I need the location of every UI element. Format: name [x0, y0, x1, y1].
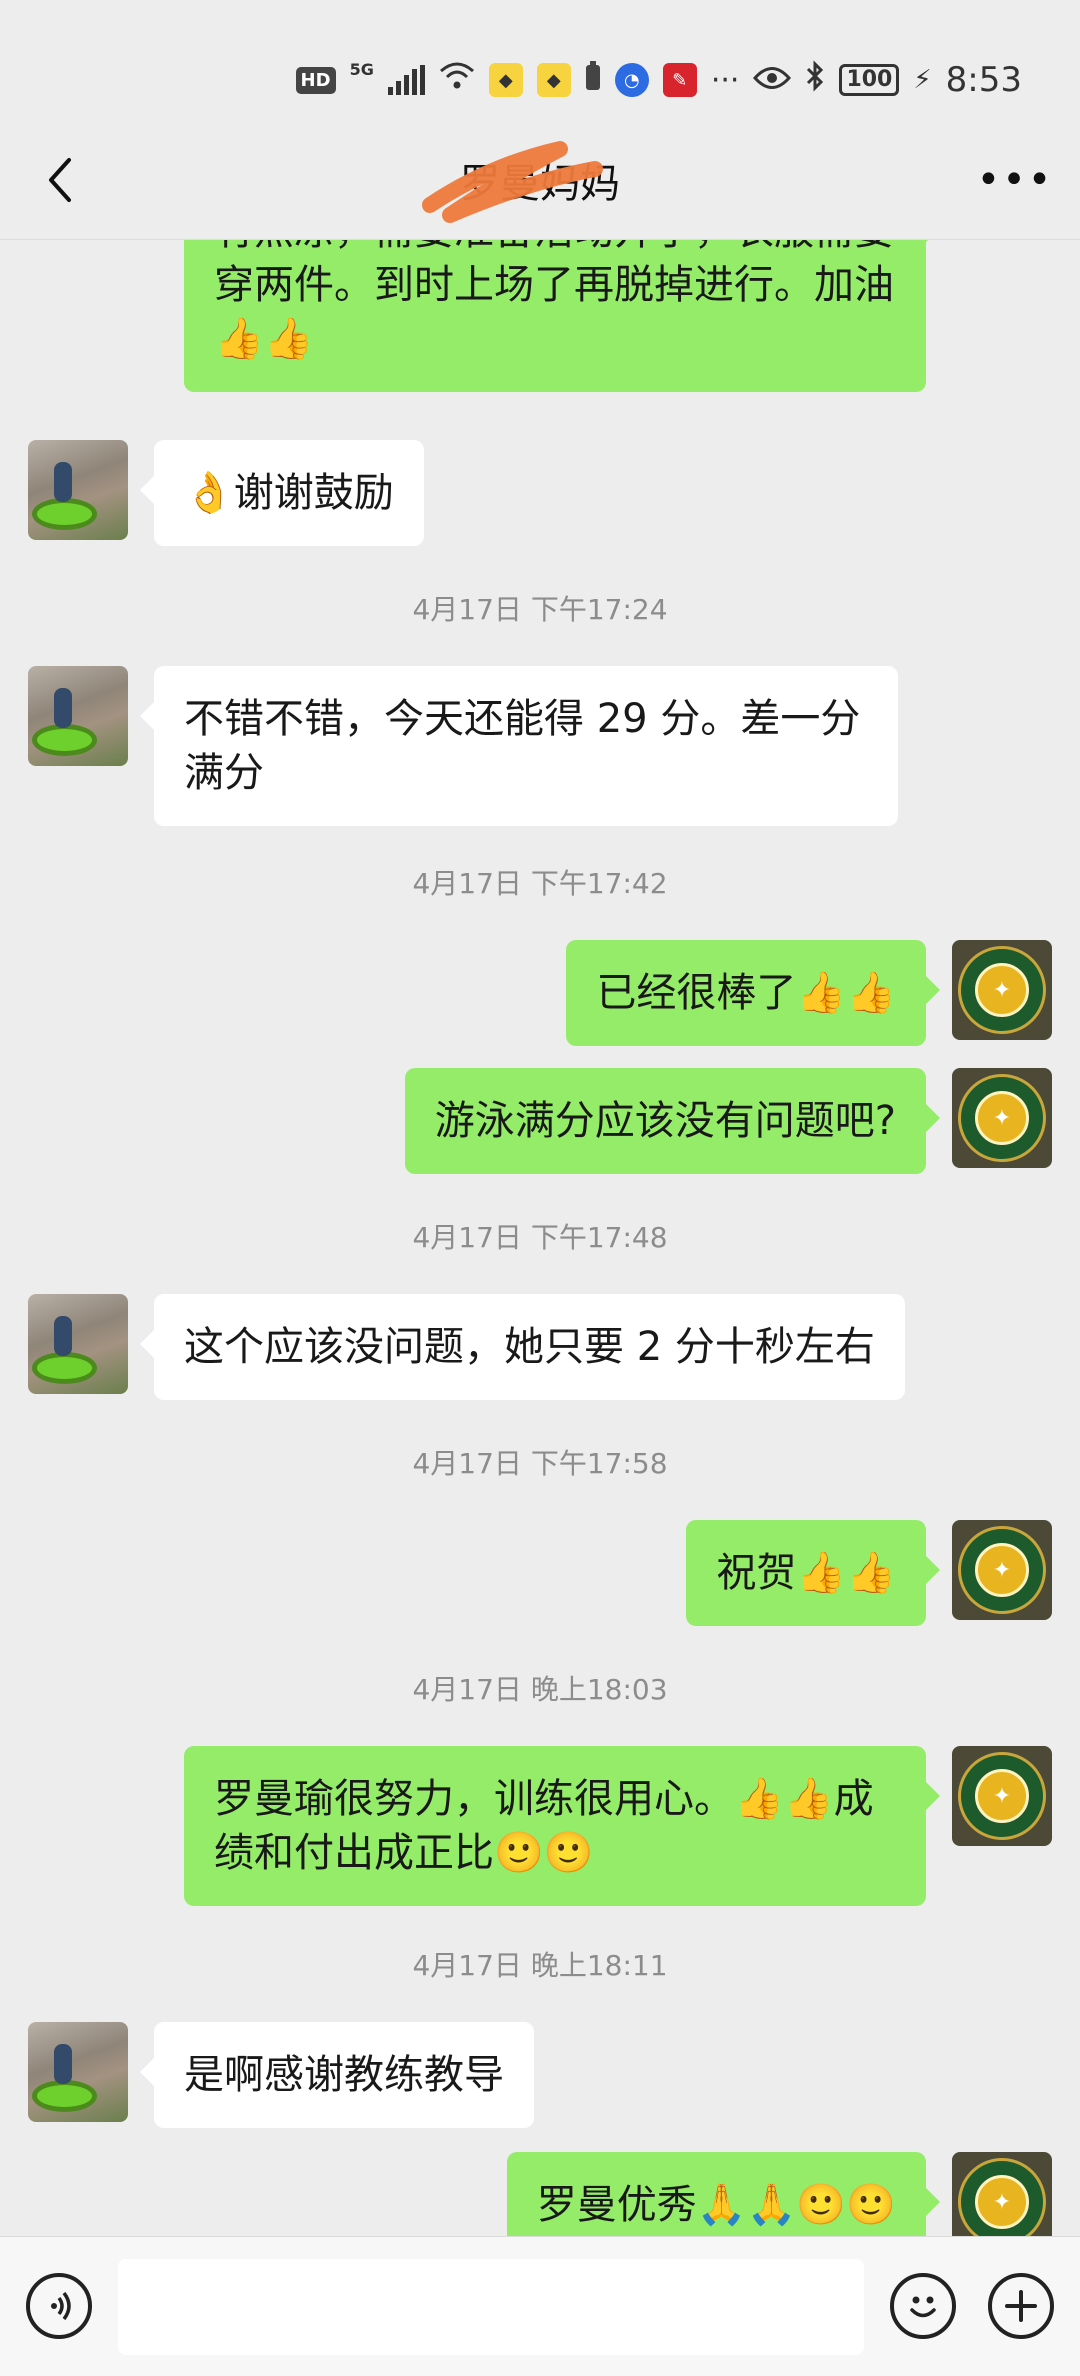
message-bubble-incoming[interactable]: 不错不错，今天还能得 29 分。差一分满分: [140, 666, 898, 826]
message-bubble-incoming[interactable]: 👌谢谢鼓励: [140, 440, 424, 546]
timestamp: 4月17日 下午17:42: [412, 867, 668, 900]
contact-avatar[interactable]: [28, 440, 128, 540]
more-options-button[interactable]: •••: [977, 150, 1052, 210]
battery-icon: 100: [839, 64, 900, 96]
message-bubble-outgoing[interactable]: 祝贺👍👍: [686, 1520, 940, 1626]
message-bubble-outgoing[interactable]: 罗曼瑜很努力，训练很用心。👍👍成绩和付出成正比🙂🙂: [184, 1746, 940, 1906]
network-type: 5G: [349, 60, 374, 79]
emoji-icon: [910, 2296, 936, 2318]
app-icon: ✎: [662, 63, 697, 97]
my-avatar[interactable]: ✦: [952, 940, 1052, 1040]
meituan-app-icon: ◆: [536, 63, 571, 97]
bluetooth-icon: [805, 59, 825, 101]
my-avatar[interactable]: ✦: [952, 1746, 1052, 1846]
voice-button[interactable]: [26, 2273, 92, 2339]
message-bubble-incoming[interactable]: 是啊感谢教练教导: [140, 2022, 534, 2128]
chat-screen: HD 5G ◆ ◆ ◔ ✎ ··· 100 ⚡ 8:53 罗曼妈妈 ••• 穿两…: [0, 0, 1080, 2376]
timestamp: 4月17日 下午17:24: [412, 593, 668, 626]
message-bubble-outgoing[interactable]: 已经很棒了👍👍: [566, 940, 940, 1046]
emoji-button[interactable]: [890, 2273, 956, 2339]
back-button[interactable]: [30, 150, 90, 210]
timestamp: 4月17日 下午17:48: [412, 1221, 668, 1254]
my-avatar[interactable]: ✦: [952, 1068, 1052, 1168]
chat-header: 罗曼妈妈 •••: [0, 120, 1080, 240]
input-bar: [0, 2236, 1080, 2376]
message-bubble-incoming[interactable]: 这个应该没问题，她只要 2 分十秒左右: [140, 1294, 905, 1400]
more-dots-icon: ···: [710, 62, 740, 98]
message-input[interactable]: [118, 2259, 864, 2355]
wifi-icon: [439, 60, 475, 100]
plus-icon: [1005, 2290, 1037, 2322]
baidu-app-icon: ◔: [614, 63, 649, 97]
message-bubble-outgoing[interactable]: 罗曼优秀🙏🙏🙂🙂: [506, 2152, 941, 2236]
timestamp: 4月17日 晚上18:11: [412, 1949, 668, 1982]
message-list[interactable]: 有点凉，需要准备活动开了，衣服需要穿两件。到时上场了再脱掉进行。加油👍👍 👌谢谢…: [0, 240, 1080, 2236]
page-title-text: 罗曼妈妈: [460, 160, 620, 207]
contact-avatar[interactable]: [28, 666, 128, 766]
timestamp: 4月17日 下午17:58: [412, 1447, 668, 1480]
battery-saver-icon: [585, 60, 601, 100]
chevron-left-icon: [49, 158, 71, 202]
charging-icon: ⚡: [913, 65, 932, 95]
my-avatar[interactable]: ✦: [952, 1520, 1052, 1620]
hd-indicator: HD: [295, 66, 336, 94]
eye-icon: [753, 60, 792, 100]
voice-icon: [51, 2291, 71, 2321]
meituan-app-icon: ◆: [488, 63, 523, 97]
contact-avatar[interactable]: [28, 2022, 128, 2122]
message-bubble-outgoing[interactable]: 有点凉，需要准备活动开了，衣服需要穿两件。到时上场了再脱掉进行。加油👍👍: [184, 240, 940, 392]
clock: 8:53: [945, 60, 1022, 100]
more-dots-icon: •••: [976, 157, 1054, 203]
signal-icon: [387, 65, 425, 95]
more-functions-button[interactable]: [988, 2273, 1054, 2339]
timestamp: 4月17日 晚上18:03: [412, 1673, 668, 1706]
my-avatar[interactable]: ✦: [952, 2152, 1052, 2236]
contact-avatar[interactable]: [28, 1294, 128, 1394]
message-bubble-outgoing[interactable]: 游泳满分应该没有问题吧?: [404, 1068, 941, 1174]
page-title: 罗曼妈妈: [422, 140, 620, 223]
